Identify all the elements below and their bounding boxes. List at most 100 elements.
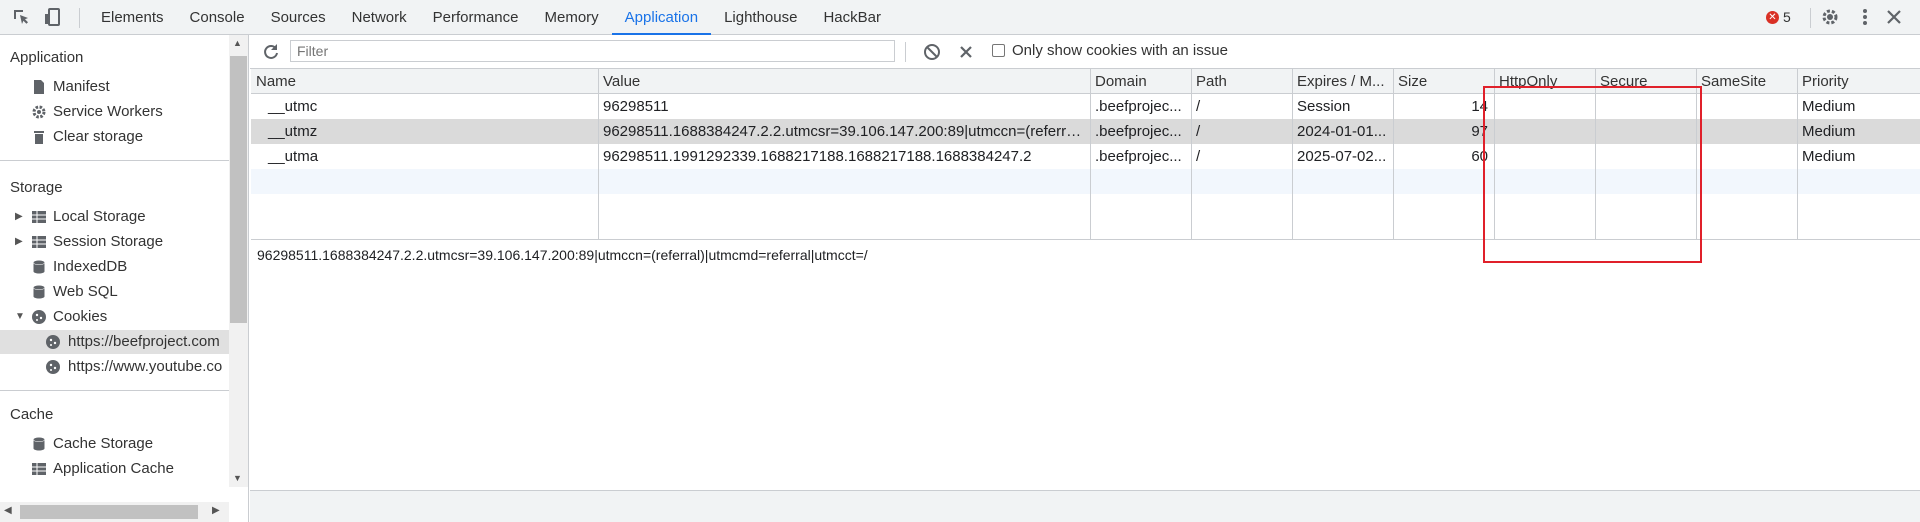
cookie-secure <box>1595 119 1696 144</box>
column-divider[interactable] <box>1797 69 1798 239</box>
scroll-up-icon[interactable]: ▲ <box>233 38 242 48</box>
collapse-arrow-icon[interactable]: ▼ <box>15 305 25 329</box>
sidebar-item-label: Manifest <box>53 78 110 95</box>
table-icon <box>31 209 47 225</box>
sidebar-item-clear-storage[interactable]: Clear storage <box>0 125 229 149</box>
sidebar-item-label: Local Storage <box>53 208 146 225</box>
column-header-samesite[interactable]: SameSite <box>1696 69 1797 94</box>
scroll-left-icon[interactable]: ◀ <box>4 505 12 516</box>
cookie-secure <box>1595 94 1696 119</box>
error-counter[interactable]: ✕ 5 <box>1766 9 1791 25</box>
sidebar-item-cookie-origin[interactable]: https://www.youtube.co <box>0 355 229 379</box>
sidebar-item-label: Cookies <box>53 308 108 325</box>
sidebar-item-application-cache[interactable]: Application Cache <box>0 457 229 481</box>
table-icon <box>31 461 47 477</box>
column-divider[interactable] <box>598 69 599 239</box>
cookie-priority: Medium <box>1802 123 1856 140</box>
sidebar-item-cookies[interactable]: ▼ Cookies <box>0 305 229 329</box>
cookie-icon <box>45 359 61 375</box>
cookie-path: / <box>1196 98 1201 115</box>
only-issues-toggle[interactable]: Only show cookies with an issue <box>992 42 1228 59</box>
only-issues-checkbox[interactable] <box>992 44 1005 57</box>
sidebar-item-indexeddb[interactable]: IndexedDB <box>0 255 229 279</box>
cookie-domain: .beefprojec... <box>1095 148 1182 165</box>
column-divider[interactable] <box>1292 69 1293 239</box>
sidebar-horizontal-scrollbar[interactable]: ◀ ▶ <box>0 502 229 522</box>
column-header-httponly[interactable]: HttpOnly <box>1494 69 1595 94</box>
delete-selected-icon[interactable] <box>956 42 976 62</box>
sidebar-item-label: Web SQL <box>53 283 118 300</box>
column-header-path[interactable]: Path <box>1191 69 1292 94</box>
cookie-samesite <box>1696 119 1797 144</box>
cookie-icon <box>31 309 47 325</box>
column-header-secure[interactable]: Secure <box>1595 69 1696 94</box>
expand-arrow-icon[interactable]: ▶ <box>15 205 23 229</box>
sidebar-item-label: Clear storage <box>53 128 144 145</box>
database-icon <box>31 436 47 452</box>
expand-arrow-icon[interactable]: ▶ <box>15 230 23 254</box>
tab-sources[interactable]: Sources <box>258 0 339 35</box>
sidebar-item-web-sql[interactable]: Web SQL <box>0 280 229 304</box>
column-divider[interactable] <box>1696 69 1697 239</box>
devtools-topbar: Elements Console Sources Network Perform… <box>0 0 1920 35</box>
sidebar-item-label: Cache Storage <box>53 435 154 452</box>
table-row[interactable]: __utmc 96298511 .beefprojec... / Session… <box>251 94 1920 119</box>
tab-hackbar[interactable]: HackBar <box>810 0 894 35</box>
tab-application[interactable]: Application <box>611 0 712 35</box>
sidebar-item-session-storage[interactable]: ▶ Session Storage <box>0 230 229 254</box>
column-header-size[interactable]: Size <box>1393 69 1494 94</box>
scrollbar-thumb[interactable] <box>20 505 198 519</box>
toolbar-divider <box>905 42 906 62</box>
tab-console[interactable]: Console <box>177 0 258 35</box>
column-divider[interactable] <box>1191 69 1192 239</box>
close-icon[interactable] <box>1884 7 1904 27</box>
tab-performance[interactable]: Performance <box>420 0 532 35</box>
sidebar-item-label: https://www.youtube.co <box>68 358 223 375</box>
clear-all-icon[interactable] <box>922 42 942 62</box>
device-toolbar-icon[interactable] <box>43 7 63 27</box>
sidebar-item-cookie-origin[interactable]: https://beefproject.com <box>0 330 229 354</box>
scroll-right-icon[interactable]: ▶ <box>212 505 220 516</box>
section-divider <box>0 390 229 391</box>
tab-elements[interactable]: Elements <box>88 0 177 35</box>
sidebar-item-cache-storage[interactable]: Cache Storage <box>0 432 229 456</box>
column-header-priority[interactable]: Priority <box>1797 69 1918 94</box>
column-divider[interactable] <box>1494 69 1495 239</box>
column-divider[interactable] <box>1393 69 1394 239</box>
table-row[interactable]: __utmz 96298511.1688384247.2.2.utmcsr=39… <box>251 119 1920 144</box>
more-options-icon[interactable] <box>1855 7 1875 27</box>
file-icon <box>31 79 47 95</box>
inspect-element-icon[interactable] <box>11 7 31 27</box>
sidebar-vertical-scrollbar[interactable]: ▲ ▼ <box>229 35 248 487</box>
column-header-expires[interactable]: Expires / M... <box>1292 69 1393 94</box>
error-icon: ✕ <box>1766 10 1779 24</box>
cookie-value: 96298511.1688384247.2.2.utmcsr=39.106.14… <box>603 123 1090 140</box>
table-header: Name Value Domain Path Expires / M... Si… <box>251 69 1920 94</box>
section-divider <box>0 160 229 161</box>
trash-icon <box>31 129 47 145</box>
column-header-value[interactable]: Value <box>598 69 1090 94</box>
gear-icon <box>31 104 47 120</box>
scrollbar-thumb[interactable] <box>230 56 247 323</box>
column-divider[interactable] <box>1090 69 1091 239</box>
refresh-icon[interactable] <box>261 42 281 62</box>
column-header-name[interactable]: Name <box>251 69 598 94</box>
table-row[interactable]: __utma 96298511.1991292339.1688217188.16… <box>251 144 1920 169</box>
cookie-httponly <box>1494 119 1595 144</box>
sidebar-item-label: Session Storage <box>53 233 164 250</box>
tab-memory[interactable]: Memory <box>532 0 612 35</box>
sidebar-item-service-workers[interactable]: Service Workers <box>0 100 229 124</box>
cookie-expires: 2024-01-01... <box>1297 123 1387 140</box>
filter-input[interactable] <box>290 40 895 62</box>
scroll-down-icon[interactable]: ▼ <box>233 473 242 483</box>
sidebar-item-local-storage[interactable]: ▶ Local Storage <box>0 205 229 229</box>
column-header-domain[interactable]: Domain <box>1090 69 1191 94</box>
cookie-samesite <box>1696 94 1797 119</box>
sidebar-item-label: Application Cache <box>53 460 174 477</box>
column-divider[interactable] <box>1595 69 1596 239</box>
sidebar-item-manifest[interactable]: Manifest <box>0 75 229 99</box>
cookie-name: __utma <box>268 148 319 165</box>
settings-gear-icon[interactable] <box>1820 7 1840 27</box>
tab-network[interactable]: Network <box>339 0 420 35</box>
tab-lighthouse[interactable]: Lighthouse <box>711 0 810 35</box>
